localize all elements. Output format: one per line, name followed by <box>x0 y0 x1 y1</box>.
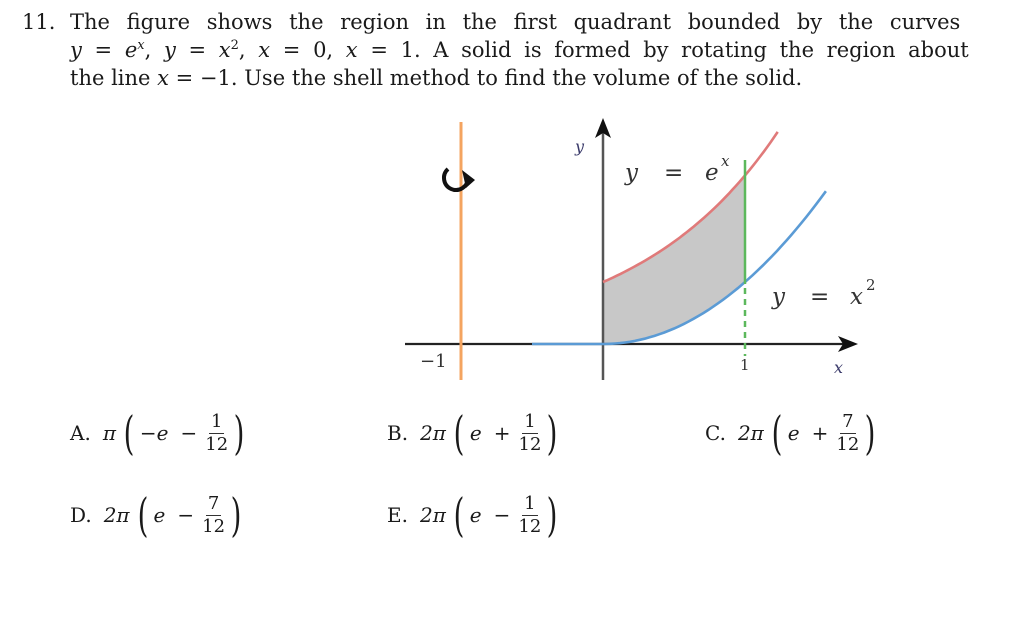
answer-choice-a[interactable]: A. π(−e −1 12) <box>70 410 248 456</box>
choice-operator: + <box>811 421 829 445</box>
label-y-equals-e-to-x: y = e x <box>624 152 730 186</box>
answer-choice-d[interactable]: D. 2π(e −7 12) <box>70 492 245 538</box>
choice-operator: − <box>493 503 511 527</box>
right-paren: ) <box>546 406 558 460</box>
choice-expression: e −1 12 <box>468 493 544 538</box>
math-var: y <box>771 284 786 310</box>
label-y-equals-x-squared: y = x 2 <box>771 276 876 310</box>
answer-choice-c[interactable]: C. 2π(e +7 12) <box>705 410 879 456</box>
math-var: x <box>850 284 863 310</box>
choice-coefficient: π <box>102 421 116 445</box>
left-paren: ( <box>453 406 465 460</box>
choice-first-term: −e <box>139 421 169 445</box>
tick-label-1: 1 <box>740 356 750 374</box>
fraction-numerator: 1 <box>522 492 538 516</box>
fraction-denominator: 12 <box>202 515 226 537</box>
choice-letter: D. <box>70 503 92 527</box>
answer-choice-e[interactable]: E. 2π(e −1 12) <box>387 492 561 538</box>
math-var: y <box>624 160 639 186</box>
choice-letter: C. <box>705 421 726 445</box>
fraction-denominator: 12 <box>518 515 542 537</box>
right-paren: ) <box>233 406 245 460</box>
fraction-denominator: 12 <box>836 433 860 455</box>
x-axis-label: x <box>834 358 843 377</box>
left-paren: ( <box>123 406 135 460</box>
fraction-denominator: 12 <box>205 433 229 455</box>
choice-operator: − <box>177 503 195 527</box>
tick-label-neg1: −1 <box>420 351 447 372</box>
choice-letter: B. <box>387 421 409 445</box>
choice-expression: e +1 12 <box>468 411 544 456</box>
fraction-numerator: 1 <box>209 410 225 434</box>
math-exponent: x <box>721 152 730 170</box>
choice-fraction: 1 12 <box>205 411 228 456</box>
right-paren: ) <box>864 406 876 460</box>
left-paren: ( <box>771 406 783 460</box>
choice-coefficient: 2π <box>420 421 446 445</box>
choice-expression: e −7 12 <box>152 493 228 538</box>
choice-letter: E. <box>387 503 408 527</box>
fraction-numerator: 7 <box>840 410 856 434</box>
math-op: = <box>664 160 683 186</box>
choice-first-term: e <box>469 421 482 445</box>
choice-fraction: 1 12 <box>519 411 542 456</box>
right-paren: ) <box>230 488 242 542</box>
math-var: e <box>705 160 719 186</box>
choice-fraction: 7 12 <box>202 493 225 538</box>
left-paren: ( <box>137 488 148 542</box>
answer-choice-b[interactable]: B. 2π(e +1 12) <box>387 410 561 456</box>
fraction-numerator: 1 <box>522 410 538 434</box>
choice-first-term: e <box>787 421 800 445</box>
fraction-numerator: 7 <box>205 492 222 516</box>
region-figure: y x 1 −1 y = e x y = x 2 <box>405 118 876 380</box>
choice-coefficient: 2π <box>737 421 764 445</box>
choice-letter: A. <box>70 421 91 445</box>
right-paren: ) <box>546 488 558 542</box>
choice-coefficient: 2π <box>419 503 446 527</box>
choice-fraction: 7 12 <box>836 411 859 456</box>
choice-operator: + <box>493 421 511 445</box>
choice-first-term: e <box>153 503 166 527</box>
fraction-denominator: 12 <box>518 433 542 455</box>
left-paren: ( <box>453 488 465 542</box>
math-op: = <box>810 284 829 310</box>
choice-expression: e +7 12 <box>786 411 862 456</box>
math-exponent: 2 <box>866 276 876 294</box>
choice-coefficient: 2π <box>103 503 130 527</box>
choice-expression: −e −1 12 <box>138 411 230 456</box>
choice-operator: − <box>180 421 198 445</box>
y-axis-label: y <box>574 137 585 156</box>
choice-fraction: 1 12 <box>518 493 541 538</box>
choice-first-term: e <box>469 503 482 527</box>
